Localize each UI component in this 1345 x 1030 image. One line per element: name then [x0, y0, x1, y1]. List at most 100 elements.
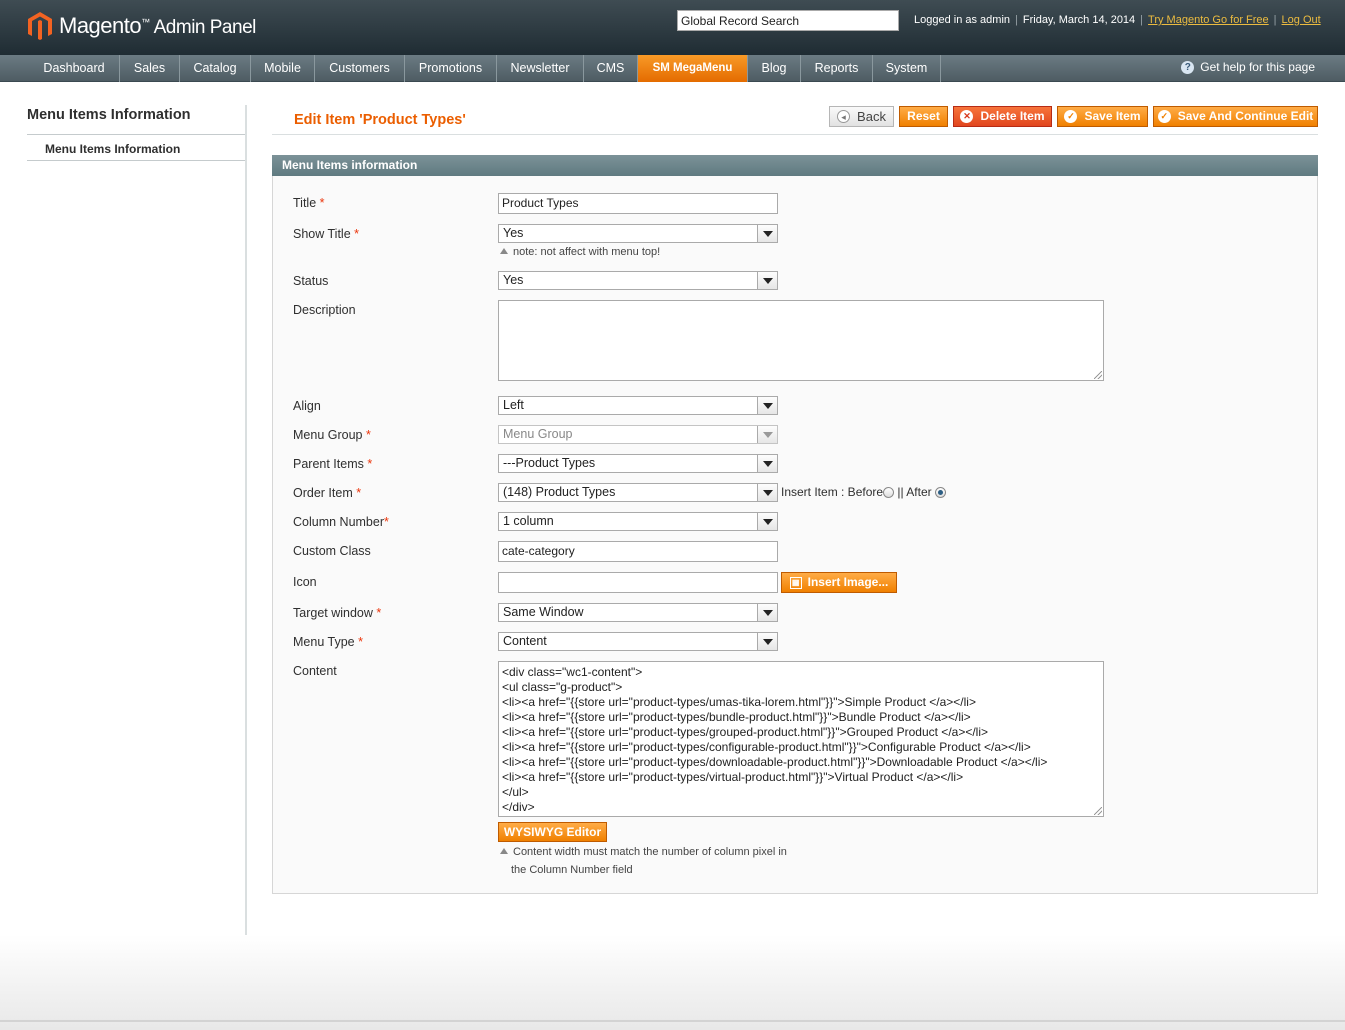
nav-newsletter[interactable]: Newsletter [497, 55, 584, 82]
logged-in-text: Logged in as admin [914, 14, 1011, 26]
checkmark-icon: ✓ [1064, 110, 1078, 123]
nav-promotions[interactable]: Promotions [405, 55, 497, 82]
target-window-select[interactable]: Same Window [498, 603, 778, 622]
sidebar-divider [27, 160, 246, 161]
insert-separator: || [897, 485, 904, 499]
section-header: Menu Items information [272, 155, 1318, 176]
nav-cms[interactable]: CMS [584, 55, 638, 82]
note-triangle-icon [500, 848, 508, 854]
try-magento-go-link[interactable]: Try Magento Go for Free [1148, 14, 1269, 26]
page-header: Magento™Admin Panel Logged in as admin|F… [0, 0, 1345, 55]
show-title-select[interactable]: Yes [498, 224, 778, 243]
wysiwyg-label: WYSIWYG Editor [503, 824, 602, 839]
content-line: <li><a href="{{store url="product-types/… [502, 725, 989, 739]
target-window-label: Target window * [293, 606, 382, 620]
chevron-down-icon [757, 604, 777, 621]
content-line: <ul class="g-product"> [502, 680, 623, 694]
checkmark-icon: ✓ [1157, 110, 1171, 123]
custom-class-label: Custom Class [293, 544, 371, 558]
sidebar-border [245, 105, 247, 935]
nav-sales[interactable]: Sales [120, 55, 180, 82]
content-line: <li><a href="{{store url="product-types/… [502, 695, 976, 709]
column-number-select[interactable]: 1 column [498, 512, 778, 531]
align-label: Align [293, 399, 321, 413]
insert-before-radio[interactable] [883, 487, 895, 498]
chevron-down-icon [757, 455, 777, 472]
nav-system[interactable]: System [873, 55, 941, 82]
insert-before-label: Insert Item : Before [781, 485, 884, 499]
brand-suffix: Admin Panel [153, 17, 257, 38]
magento-logo[interactable]: Magento™ Admin Panel [27, 10, 256, 42]
chevron-down-icon [757, 484, 777, 501]
menu-type-select[interactable]: Content [498, 632, 778, 651]
sidebar-tab-menu-items-information[interactable]: Menu Items Information [45, 142, 180, 156]
resize-grip-icon[interactable] [1094, 371, 1102, 379]
help-link[interactable]: ? Get help for this page [1181, 60, 1315, 74]
delete-icon: ✕ [960, 110, 974, 123]
resize-grip-icon[interactable] [1094, 807, 1102, 815]
align-select[interactable]: Left [498, 396, 778, 415]
show-title-label: Show Title * [293, 227, 360, 241]
date-text: Friday, March 14, 2014 [1022, 14, 1136, 26]
status-select[interactable]: Yes [498, 271, 778, 290]
delete-item-button[interactable]: ✕ Delete Item [953, 106, 1052, 127]
nav-customers[interactable]: Customers [315, 55, 405, 82]
sidebar-title: Menu Items Information [27, 107, 191, 123]
content-line: <li><a href="{{store url="product-types/… [502, 740, 1031, 754]
content-line: </ul> [502, 785, 529, 799]
logout-link[interactable]: Log Out [1282, 14, 1321, 26]
note-triangle-icon [500, 248, 508, 254]
reset-label: Reset [907, 109, 940, 123]
help-text: Get help for this page [1200, 60, 1315, 74]
content-line: <li><a href="{{store url="product-types/… [502, 710, 971, 724]
content-textarea[interactable]: <div class="wc1-content"> <ul class="g-pr… [498, 661, 1104, 817]
description-label: Description [293, 303, 356, 317]
reset-button[interactable]: Reset [899, 106, 948, 127]
nav-sm-megamenu[interactable]: SM MegaMenu [638, 55, 748, 82]
title-divider [272, 134, 1318, 135]
title-input[interactable]: Product Types [498, 193, 778, 214]
main-nav: Dashboard Sales Catalog Mobile Customers… [0, 55, 1345, 82]
chevron-down-icon [757, 397, 777, 414]
description-textarea[interactable] [498, 300, 1104, 381]
nav-catalog[interactable]: Catalog [180, 55, 251, 82]
insert-after-radio[interactable] [934, 487, 946, 498]
content-code: <div class="wc1-content"> <ul class="g-pr… [499, 662, 1103, 815]
nav-dashboard[interactable]: Dashboard [29, 55, 120, 82]
order-item-label: Order Item * [293, 486, 362, 500]
image-icon: ▦ [789, 576, 802, 589]
menu-group-select: Menu Group [498, 425, 778, 444]
delete-label: Delete Item [980, 109, 1045, 123]
nav-blog[interactable]: Blog [748, 55, 801, 82]
nav-mobile[interactable]: Mobile [251, 55, 315, 82]
wysiwyg-editor-button[interactable]: WYSIWYG Editor [498, 822, 607, 842]
content-label: Content [293, 664, 337, 678]
chevron-down-icon [757, 426, 777, 443]
chevron-down-icon [757, 513, 777, 530]
parent-items-select[interactable]: ---Product Types [498, 454, 778, 473]
global-search-input[interactable] [677, 10, 899, 31]
insert-image-button[interactable]: ▦ Insert Image... [781, 572, 897, 593]
header-links: Logged in as admin | Friday, March 14, 201… [914, 14, 1321, 26]
content-note-line-1: Content width must match the number of c… [500, 846, 787, 858]
content-line: <li><a href="{{store url="product-types/… [502, 755, 1048, 769]
parent-items-label: Parent Items * [293, 457, 373, 471]
order-item-select[interactable]: (148) Product Types [498, 483, 778, 502]
menu-type-label: Menu Type * [293, 635, 363, 649]
icon-input[interactable] [498, 572, 778, 593]
content-line: <li><a href="{{store url="product-types/… [502, 770, 964, 784]
content-line: </div> [502, 800, 535, 814]
save-item-button[interactable]: ✓ Save Item [1057, 106, 1148, 127]
column-number-label: Column Number* [293, 515, 389, 529]
icon-label: Icon [293, 575, 317, 589]
custom-class-input[interactable]: cate-category [498, 541, 778, 562]
insert-after-label: After [906, 485, 932, 499]
nav-reports[interactable]: Reports [801, 55, 873, 82]
page-title: Edit Item 'Product Types' [294, 112, 466, 128]
brand-name: Magento [59, 13, 142, 38]
footer-divider [0, 1020, 1345, 1022]
back-button[interactable]: ◂ Back [829, 106, 894, 127]
chevron-down-icon [757, 225, 777, 242]
save-and-continue-button[interactable]: ✓ Save And Continue Edit [1153, 106, 1318, 127]
back-label: Back [857, 109, 886, 124]
